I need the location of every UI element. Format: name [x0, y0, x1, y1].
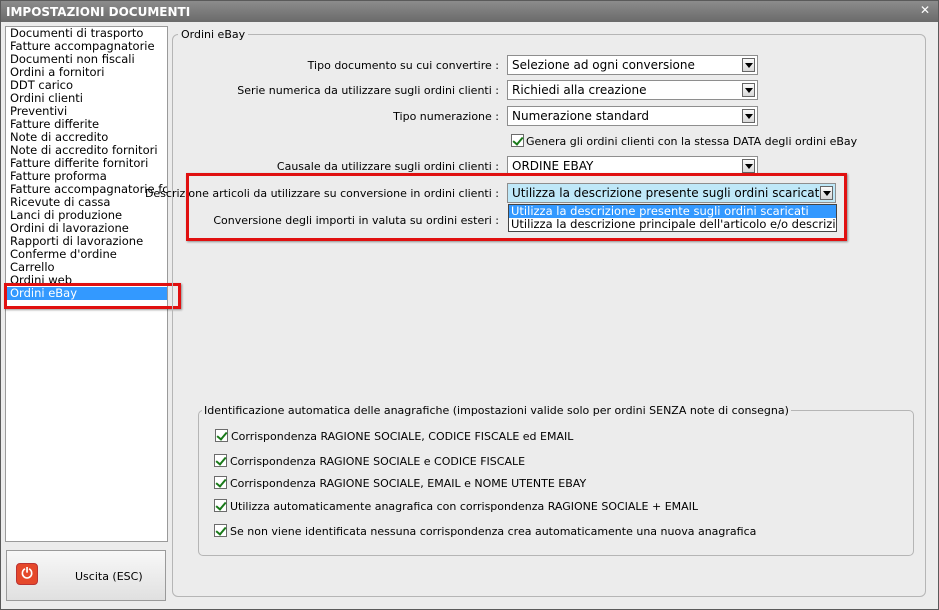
genera-data-label: Genera gli ordini clienti con la stessa … — [526, 135, 858, 148]
list-item[interactable]: Fatture accompagnatorie fc — [6, 183, 167, 196]
serie-numerica-select[interactable]: Richiedi alla creazione — [507, 80, 758, 100]
serie-numerica-value: Richiedi alla creazione — [512, 83, 647, 97]
group-title: Ordini eBay — [178, 28, 249, 41]
exit-button[interactable]: ⏻ Uscita (ESC) — [6, 550, 166, 601]
option-label: Se non viene identificata nessuna corris… — [230, 525, 757, 538]
serie-numerica-label: Serie numerica da utilizzare sugli ordin… — [237, 84, 499, 97]
tipo-documento-value: Selezione ad ogni conversione — [512, 58, 695, 72]
list-item[interactable]: Ricevute di cassa — [6, 196, 167, 209]
genera-data-checkbox[interactable] — [511, 134, 524, 147]
causale-label: Causale da utilizzare sugli ordini clien… — [276, 160, 499, 173]
list-item[interactable]: Documenti di trasporto — [6, 27, 167, 40]
list-item[interactable]: Fatture differite — [6, 118, 167, 131]
list-item[interactable]: Fatture differite fornitori — [6, 157, 167, 170]
window-title: IMPOSTAZIONI DOCUMENTI — [6, 5, 191, 19]
tipo-numerazione-label: Tipo numerazione : — [393, 110, 499, 123]
title-bar: IMPOSTAZIONI DOCUMENTI ✕ — [1, 1, 938, 22]
identificazione-title: Identificazione automatica delle anagraf… — [202, 404, 791, 417]
option-label: Corrispondenza RAGIONE SOCIALE, EMAIL e … — [230, 477, 587, 490]
chevron-down-icon[interactable] — [742, 58, 755, 72]
power-icon: ⏻ — [16, 563, 38, 585]
highlight-box-sidebar — [4, 283, 181, 309]
list-item[interactable]: Note di accredito — [6, 131, 167, 144]
chevron-down-icon[interactable] — [742, 109, 755, 123]
list-item[interactable]: Rapporti di lavorazione — [6, 235, 167, 248]
list-item[interactable]: Note di accredito fornitori — [6, 144, 167, 157]
list-item[interactable]: Ordini clienti — [6, 92, 167, 105]
list-item[interactable]: Documenti non fiscali — [6, 53, 167, 66]
option-label: Utilizza automaticamente anagrafica con … — [230, 500, 699, 513]
option-label: Corrispondenza RAGIONE SOCIALE, CODICE F… — [231, 430, 574, 443]
close-icon[interactable]: ✕ — [918, 3, 932, 17]
list-item[interactable]: Carrello — [6, 261, 167, 274]
list-item[interactable]: Ordini di lavorazione — [6, 222, 167, 235]
list-item[interactable]: DDT carico — [6, 79, 167, 92]
list-item[interactable]: Preventivi — [6, 105, 167, 118]
chevron-down-icon[interactable] — [742, 159, 755, 173]
option-checkbox[interactable] — [214, 476, 227, 489]
list-item[interactable]: Fatture proforma — [6, 170, 167, 183]
causale-value: ORDINE EBAY — [512, 159, 594, 173]
list-item[interactable]: Ordini a fornitori — [6, 66, 167, 79]
list-item[interactable]: Lanci di produzione — [6, 209, 167, 222]
highlight-box-description — [186, 173, 847, 241]
exit-button-label: Uscita (ESC) — [75, 570, 143, 583]
option-checkbox[interactable] — [214, 524, 227, 537]
option-checkbox[interactable] — [214, 499, 227, 512]
settings-window: IMPOSTAZIONI DOCUMENTI ✕ Documenti di tr… — [0, 0, 939, 610]
chevron-down-icon[interactable] — [742, 83, 755, 97]
list-item[interactable]: Fatture accompagnatorie — [6, 40, 167, 53]
tipo-numerazione-select[interactable]: Numerazione standard — [507, 106, 758, 126]
tipo-documento-label: Tipo documento su cui convertire : — [307, 59, 499, 72]
tipo-numerazione-value: Numerazione standard — [512, 109, 649, 123]
option-label: Corrispondenza RAGIONE SOCIALE e CODICE … — [230, 455, 526, 468]
list-item[interactable]: Conferme d'ordine — [6, 248, 167, 261]
tipo-documento-select[interactable]: Selezione ad ogni conversione — [507, 55, 758, 75]
option-checkbox[interactable] — [214, 454, 227, 467]
option-checkbox[interactable] — [215, 429, 228, 442]
